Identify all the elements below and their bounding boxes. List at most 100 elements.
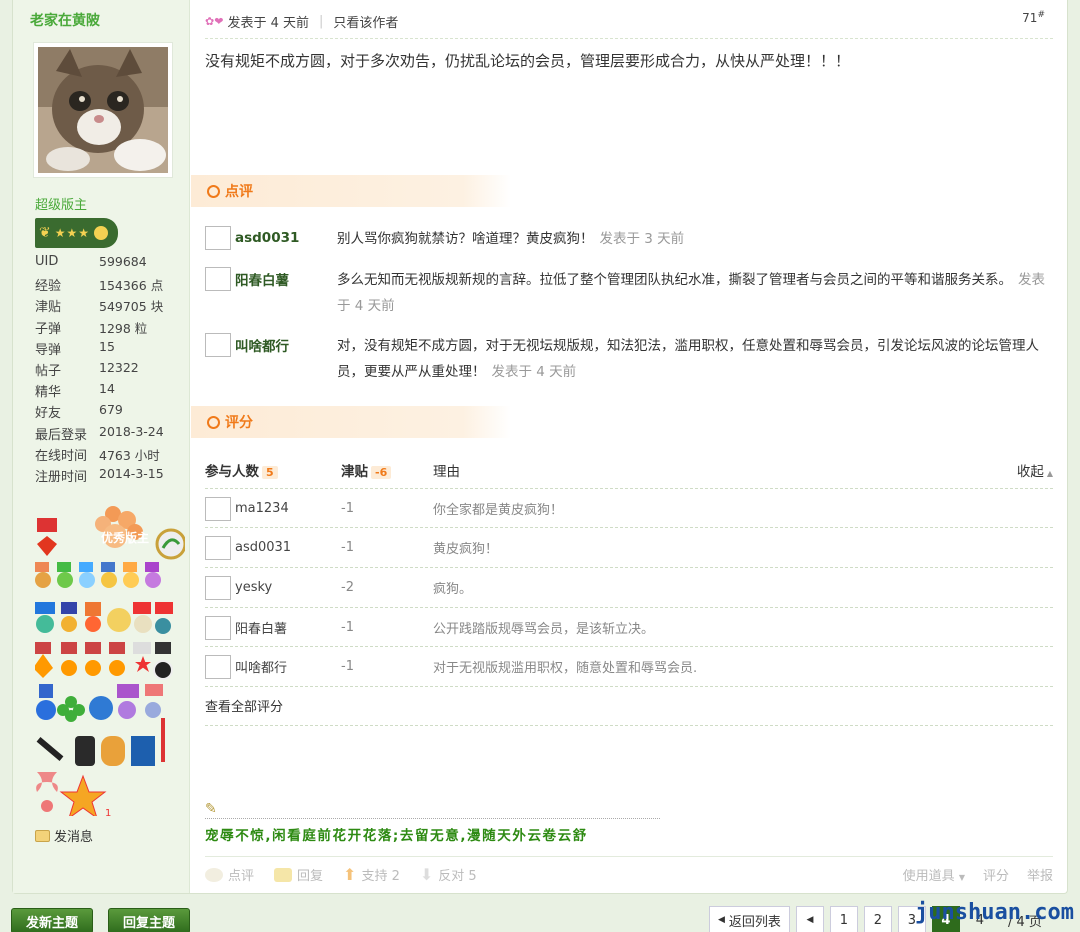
rating-col-people: 参与人数 5	[205, 460, 341, 480]
laurel-icon: ❦	[39, 225, 51, 241]
rating-col-reason: 理由	[433, 464, 460, 480]
collapse-button[interactable]: 收起 ▲	[1017, 460, 1053, 480]
reply-thread-button[interactable]: 回复主题	[108, 908, 191, 932]
rating-reason: 公开践踏版规辱骂会员，是该斩立决。	[433, 622, 655, 637]
user-avatar-placeholder	[205, 575, 231, 600]
rating-user[interactable]: asd0031	[205, 535, 341, 560]
site-watermark: junshuan.com	[915, 900, 1074, 925]
rating-user[interactable]: yesky	[205, 575, 341, 600]
rank-badge: ❦ ★★★	[35, 218, 118, 248]
author-name[interactable]: 老家在黄陂	[30, 10, 100, 30]
rating-score: -1	[341, 659, 354, 674]
page-1[interactable]: 1	[829, 906, 858, 932]
thumbs-up-icon: ⬆	[343, 865, 357, 884]
stat-posts: 帖子 12322	[35, 359, 139, 379]
send-message-label: 发消息	[54, 830, 94, 845]
stat-digest: 精华 14	[35, 381, 115, 401]
rating-user[interactable]: 叫啥都行	[205, 654, 341, 679]
stat-online-time: 在线时间 4763 小时	[35, 447, 160, 464]
stat-last-login: 最后登录 2018-3-24	[35, 423, 164, 443]
rating-user[interactable]: 阳春白薯	[205, 615, 341, 640]
user-role[interactable]: 超级版主	[35, 194, 87, 213]
rating-score: -1	[341, 620, 354, 635]
rating-reason: 对于无视版规滥用职权，随意处置和辱骂会员.	[433, 661, 698, 676]
only-author-link[interactable]: 只看该作者	[333, 12, 398, 31]
rank-medal-icon	[94, 226, 109, 240]
people-count-badge: 5	[262, 466, 278, 479]
excellent-moderator-medal: 优秀版主	[101, 530, 149, 545]
post-main: ✿❤ 发表于 4 天前 | 只看该作者 71# 没有规矩不成方圆，对于多次劝告，…	[191, 0, 1067, 893]
rating-row: asd0031 -1 黄皮疯狗！	[205, 527, 1053, 567]
signature: 宠辱不惊,闲看庭前花开花落;去留无意,漫随天外云卷云舒	[205, 828, 588, 844]
rating-row: 阳春白薯 -1 公开践踏版规辱骂会员，是该斩立决。	[205, 607, 1053, 647]
stat-allowance: 津贴 549705 块	[35, 299, 164, 316]
support-action-button[interactable]: ⬆ 支持 2	[343, 865, 400, 884]
comment-action-button[interactable]: 点评	[205, 865, 254, 884]
comment-text: 多么无知而无视版规新规的言辞。拉低了整个管理团队执纪水准，撕裂了管理者与会员之间…	[337, 272, 1045, 314]
post-content: 没有规矩不成方圆，对于多次劝告，仍扰乱论坛的会员，管理层要形成合力，从快从严处理…	[205, 52, 851, 70]
stat-missiles: 导弹 15	[35, 338, 115, 358]
header-divider: |	[318, 13, 324, 29]
rating-section-title: 评分	[191, 406, 511, 438]
rating-score: -1	[341, 501, 354, 516]
rating-score: -1	[341, 540, 354, 555]
author-sidebar: 老家在黄陂 超级版主 ❦ ★★★ UID 599684 经验 154366 点 …	[13, 0, 190, 893]
page-2[interactable]: 2	[863, 906, 892, 932]
send-message-link[interactable]: 发消息	[35, 826, 93, 845]
envelope-icon	[35, 829, 50, 842]
rating-row: 叫啥都行 -1 对于无视版规滥用职权，随意处置和辱骂会员.	[205, 646, 1053, 686]
avatar-cat-image	[38, 47, 168, 173]
comment-user[interactable]: 阳春白薯	[205, 267, 289, 291]
view-all-ratings-link[interactable]: 查看全部评分	[205, 696, 283, 715]
rating-reason: 你全家都是黄皮疯狗！	[433, 503, 564, 518]
report-link[interactable]: 举报	[1027, 865, 1053, 884]
rating-bottom-line	[205, 686, 1053, 687]
floor-number[interactable]: 71#	[1022, 10, 1045, 25]
comment-time: 发表于 4 天前	[491, 364, 577, 380]
pen-icon: ✎	[205, 801, 217, 817]
avatar[interactable]	[33, 42, 173, 178]
triangle-up-icon: ▲	[1046, 469, 1053, 478]
rating-row: yesky -2 疯狗。	[205, 567, 1053, 607]
stat-exp: 经验 154366 点	[35, 278, 164, 295]
stat-friends: 好友 679	[35, 402, 123, 422]
user-stats: UID 599684 经验 154366 点 津贴 549705 块 子弹 1298 粒…	[35, 254, 185, 487]
chevron-left-icon: ◀	[806, 915, 814, 925]
medals-icon[interactable]: 优秀版主 1	[33, 496, 187, 820]
reply-icon	[274, 867, 293, 882]
prev-page-button[interactable]: ◀	[795, 906, 824, 932]
comment-text: 对，没有规矩不成方圆，对于无视坛规版规，知法犯法，滥用职权，任意处置和辱骂会员，…	[337, 338, 1039, 380]
user-avatar-placeholder	[205, 615, 231, 640]
user-avatar-placeholder	[205, 333, 231, 357]
rate-link[interactable]: 评分	[983, 865, 1009, 884]
rating-user[interactable]: ma1234	[205, 496, 341, 521]
comment-user[interactable]: asd0031	[205, 226, 299, 250]
medal-count: 1	[105, 808, 111, 816]
user-avatar-placeholder	[205, 226, 231, 250]
rating-score: -2	[341, 580, 354, 595]
use-tool-menu[interactable]: 使用道具 ▼	[903, 865, 965, 884]
chevron-left-icon: ◀	[718, 915, 725, 925]
post-container: 老家在黄陂 超级版主 ❦ ★★★ UID 599684 经验 154366 点 …	[12, 0, 1068, 894]
rating-reason: 疯狗。	[433, 582, 473, 597]
stat-register-time: 注册时间 2014-3-15	[35, 465, 164, 485]
user-avatar-placeholder	[205, 654, 231, 679]
rating-row: ma1234 -1 你全家都是黄皮疯狗！	[205, 488, 1053, 528]
new-thread-button[interactable]: 发新主题	[11, 908, 94, 932]
signature-divider	[205, 818, 660, 819]
comment-time: 发表于 3 天前	[599, 231, 685, 247]
back-to-list-button[interactable]: ◀ 返回列表	[709, 906, 790, 932]
rating-header: 参与人数 5 津贴 -6 理由 收起 ▲	[205, 456, 1053, 484]
post-actions: 点评 回复 ⬆ 支持 2 ⬇ 反对 5 使用道具 ▼ 评分 举报	[205, 856, 1053, 892]
ring-icon	[207, 184, 220, 198]
rating-col-score: 津贴 -6	[341, 460, 433, 480]
comment-user[interactable]: 叫啥都行	[205, 333, 289, 357]
user-avatar-placeholder	[205, 496, 231, 521]
post-time: 发表于 4 天前	[227, 15, 309, 31]
comment-text: 别人骂你疯狗就禁访？啥道理？黄皮疯狗！ 发表于 3 天前	[337, 231, 685, 247]
ring-icon	[207, 415, 220, 429]
oppose-action-button[interactable]: ⬇ 反对 5	[420, 865, 477, 884]
chevron-down-icon: ▼	[958, 873, 965, 882]
reply-action-button[interactable]: 回复	[274, 865, 323, 884]
header-divider-line	[205, 38, 1053, 39]
